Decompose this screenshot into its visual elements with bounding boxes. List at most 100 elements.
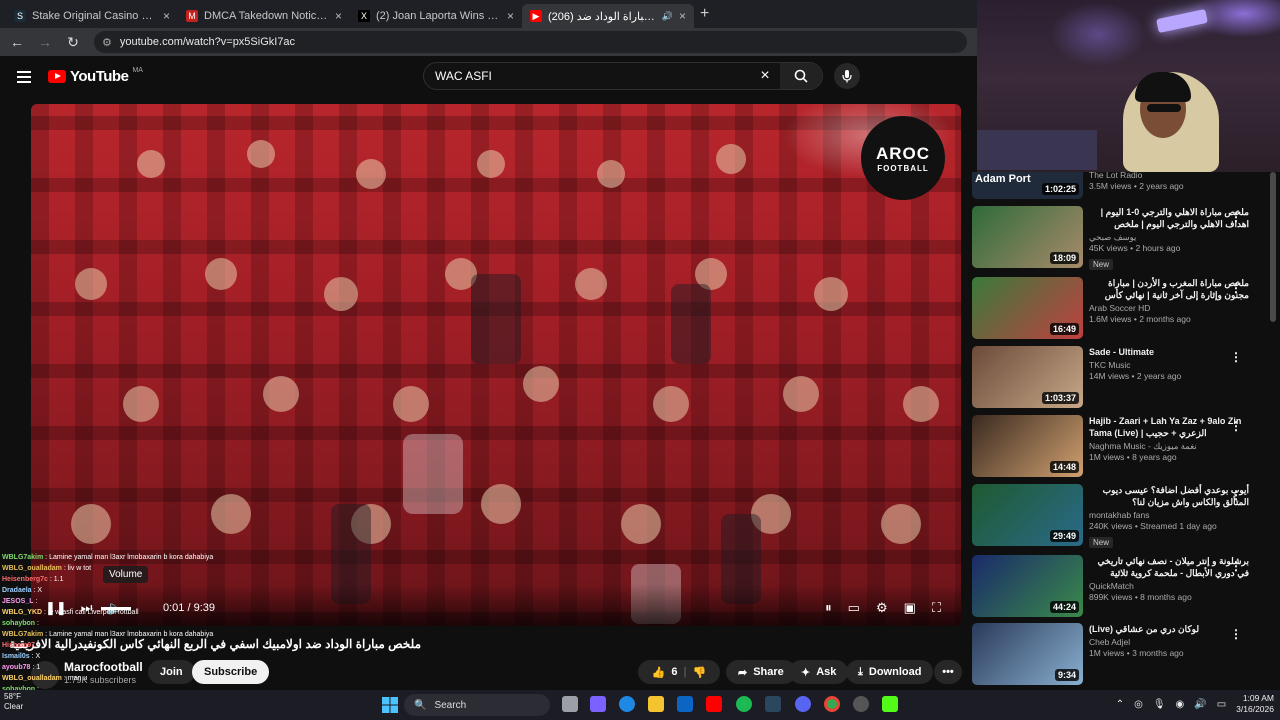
country-code: MA bbox=[132, 67, 143, 74]
more-vertical-icon[interactable]: ⋮ bbox=[1230, 419, 1242, 433]
more-vertical-icon[interactable]: ⋮ bbox=[1230, 488, 1242, 502]
video-meta: أيوب بوعدي أفضل اضافة؟ عيسى ديوب المتألق… bbox=[1089, 484, 1249, 550]
clear-search-icon[interactable]: × bbox=[750, 67, 780, 85]
hamburger-menu-icon[interactable] bbox=[17, 71, 31, 83]
more-actions-button[interactable]: ••• bbox=[934, 660, 962, 684]
more-vertical-icon[interactable]: ⋮ bbox=[1230, 350, 1242, 364]
youtube-app-icon[interactable] bbox=[706, 696, 722, 712]
edge-icon[interactable] bbox=[619, 696, 635, 712]
video-title: ملخص مباراة الاهلي والترجي 0-1 اليوم | ا… bbox=[1100, 207, 1249, 229]
battery-icon[interactable]: ▭ bbox=[1217, 699, 1226, 710]
tab-x-laporta[interactable]: X (2) Joan Laporta Wins Landslide × bbox=[350, 4, 522, 28]
tab-youtube-active[interactable]: ▶ (206) ملخص مباراة الوداد ضد 🔊 × bbox=[522, 4, 694, 28]
chat-message: WBLG_oualladam : liv w tot bbox=[2, 563, 232, 574]
forward-icon[interactable]: → bbox=[38, 34, 52, 50]
video-duration: 1:02:25 bbox=[1041, 183, 1079, 195]
video-channel: TKC Music bbox=[1089, 360, 1131, 370]
chevron-up-icon[interactable]: ⌃ bbox=[1116, 699, 1124, 710]
address-bar[interactable]: ⚙ youtube.com/watch?v=px5SiGkI7ac bbox=[94, 31, 967, 53]
teams-icon[interactable] bbox=[590, 696, 606, 712]
location-icon[interactable]: ◎ bbox=[1134, 699, 1143, 710]
related-video-item[interactable]: 1:03:37 Sade - Ultimate TKC Music 14M views… bbox=[972, 346, 1272, 408]
windows-start-icon[interactable] bbox=[382, 697, 398, 713]
ask-button[interactable]: ✦ Ask bbox=[789, 660, 849, 684]
search-input[interactable]: WAC ASFI bbox=[424, 69, 750, 83]
close-tab-icon[interactable]: × bbox=[163, 9, 170, 23]
search-icon: 🔍 bbox=[414, 699, 427, 711]
video-views: 1M views • 8 years ago bbox=[1089, 452, 1177, 462]
download-button[interactable]: ⤓ Download bbox=[846, 660, 934, 684]
task-view-icon[interactable] bbox=[562, 696, 578, 712]
chat-username: WBLG_oualladam bbox=[2, 675, 62, 682]
related-video-item[interactable]: 29:49 أيوب بوعدي أفضل اضافة؟ عيسى ديوب ال… bbox=[972, 484, 1272, 548]
steam-icon[interactable] bbox=[765, 696, 781, 712]
speaker-tray-icon[interactable]: 🔊 bbox=[1194, 699, 1206, 710]
related-video-item[interactable]: 18:09 ملخص مباراة الاهلي والترجي 0-1 اليو… bbox=[972, 206, 1272, 270]
close-tab-icon[interactable]: × bbox=[335, 9, 342, 23]
xbox-icon[interactable] bbox=[736, 696, 752, 712]
related-video-item[interactable]: 9:34 (Live) لوكان دري من عشاقي Cheb Adjel 1… bbox=[972, 623, 1272, 685]
new-tab-button[interactable]: + bbox=[700, 5, 709, 23]
youtube-logo[interactable]: YouTube MA bbox=[48, 67, 143, 85]
chat-text: X bbox=[35, 653, 41, 660]
screen: S Stake Original Casino Games - T × M DM… bbox=[0, 0, 1280, 720]
youtube-header: YouTube MA WAC ASFI × bbox=[0, 56, 977, 100]
related-video-item[interactable]: 44:24 برشلونة و إنتر ميلان - نصف نهائي تا… bbox=[972, 555, 1272, 617]
windows-taskbar: 58°F Clear 🔍 Search ⌃ ◎ 🎙 ◉ 🔊 ▭ 1:09 AM bbox=[0, 690, 1280, 720]
more-vertical-icon[interactable]: ⋮ bbox=[1230, 210, 1242, 224]
related-video-item[interactable]: 14:48 Hajib - Zaari + Lah Ya Zaz + 9alo Z… bbox=[972, 415, 1272, 477]
browser-tab-strip: S Stake Original Casino Games - T × M DM… bbox=[0, 0, 977, 28]
download-label: Download bbox=[868, 666, 922, 678]
video-thumbnail: 29:49 bbox=[972, 484, 1083, 546]
site-info-icon[interactable]: ⚙ bbox=[102, 36, 112, 49]
kick-icon[interactable] bbox=[882, 696, 898, 712]
video-views: 1.6M views • 2 months ago bbox=[1089, 314, 1191, 324]
video-player[interactable]: AROC FOOTBALL bbox=[31, 104, 961, 626]
video-thumbnail: 14:48 bbox=[972, 415, 1083, 477]
video-title: برشلونة و إنتر ميلان - نصف نهائي تاريخي … bbox=[1097, 556, 1249, 578]
more-vertical-icon[interactable]: ⋮ bbox=[1230, 559, 1242, 573]
chat-username: ayoub78 bbox=[2, 664, 31, 671]
tab-dmca[interactable]: M DMCA Takedown Notice - Actio × bbox=[178, 4, 350, 28]
related-video-item[interactable]: 16:49 ملخص مباراة المغرب و الأردن | مبارا… bbox=[972, 277, 1272, 339]
sidebar-scrollbar[interactable] bbox=[1270, 172, 1276, 322]
weather-widget[interactable]: 58°F Clear bbox=[4, 692, 23, 712]
search-button[interactable] bbox=[780, 63, 822, 89]
back-icon[interactable]: ← bbox=[10, 34, 24, 50]
video-thumbnail: Adam Port 1:02:25 bbox=[972, 172, 1083, 199]
outlook-icon[interactable] bbox=[677, 696, 693, 712]
settings-icon[interactable] bbox=[853, 696, 869, 712]
more-vertical-icon[interactable]: ⋮ bbox=[1230, 281, 1242, 295]
video-meta: ملخص مباراة المغرب و الأردن | مباراة مجن… bbox=[1089, 277, 1249, 325]
file-explorer-icon[interactable] bbox=[648, 696, 664, 712]
chat-message: WBLG7akim : Lamine yamal man l3axr lmoba… bbox=[2, 552, 232, 563]
network-icon[interactable]: ◉ bbox=[1176, 699, 1185, 710]
share-button[interactable]: ➦ Share bbox=[726, 660, 796, 684]
like-icon[interactable]: 👍 bbox=[652, 666, 666, 679]
chrome-icon[interactable] bbox=[824, 696, 840, 712]
chat-text: 1 bbox=[36, 664, 41, 671]
reload-icon[interactable]: ↻ bbox=[66, 34, 80, 51]
mic-tray-icon[interactable]: 🎙 bbox=[1153, 699, 1166, 710]
chat-message: Hisham97 : bbox=[2, 640, 232, 651]
youtube-play-icon bbox=[48, 70, 66, 83]
sunglasses-icon bbox=[1147, 104, 1181, 112]
related-video-partial[interactable]: Adam Port 1:02:25 The Lot Radio 3.5M vie… bbox=[972, 170, 1272, 199]
video-duration: 1:03:37 bbox=[1041, 392, 1079, 404]
tab-stake[interactable]: S Stake Original Casino Games - T × bbox=[6, 4, 178, 28]
chat-text: Lamine yamal man l3axr lmobaxarin b kora… bbox=[49, 631, 214, 638]
more-vertical-icon[interactable]: ⋮ bbox=[1230, 627, 1242, 641]
close-tab-icon[interactable]: × bbox=[679, 9, 686, 23]
marocfootball-watermark: AROC FOOTBALL bbox=[861, 116, 945, 200]
video-channel: QuickMatch bbox=[1089, 581, 1134, 591]
clock-date: 3/16/2026 bbox=[1236, 704, 1274, 714]
close-tab-icon[interactable]: × bbox=[507, 9, 514, 23]
speaker-icon[interactable]: 🔊 bbox=[662, 11, 673, 22]
dislike-icon[interactable]: 👎 bbox=[693, 666, 707, 679]
discord-icon[interactable] bbox=[795, 696, 811, 712]
taskbar-search[interactable]: 🔍 Search bbox=[404, 694, 550, 716]
voice-search-button[interactable] bbox=[834, 63, 860, 89]
clock[interactable]: 1:09 AM 3/16/2026 bbox=[1236, 693, 1274, 715]
video-duration: 9:34 bbox=[1054, 669, 1079, 681]
watermark-text: AROC bbox=[875, 143, 931, 163]
